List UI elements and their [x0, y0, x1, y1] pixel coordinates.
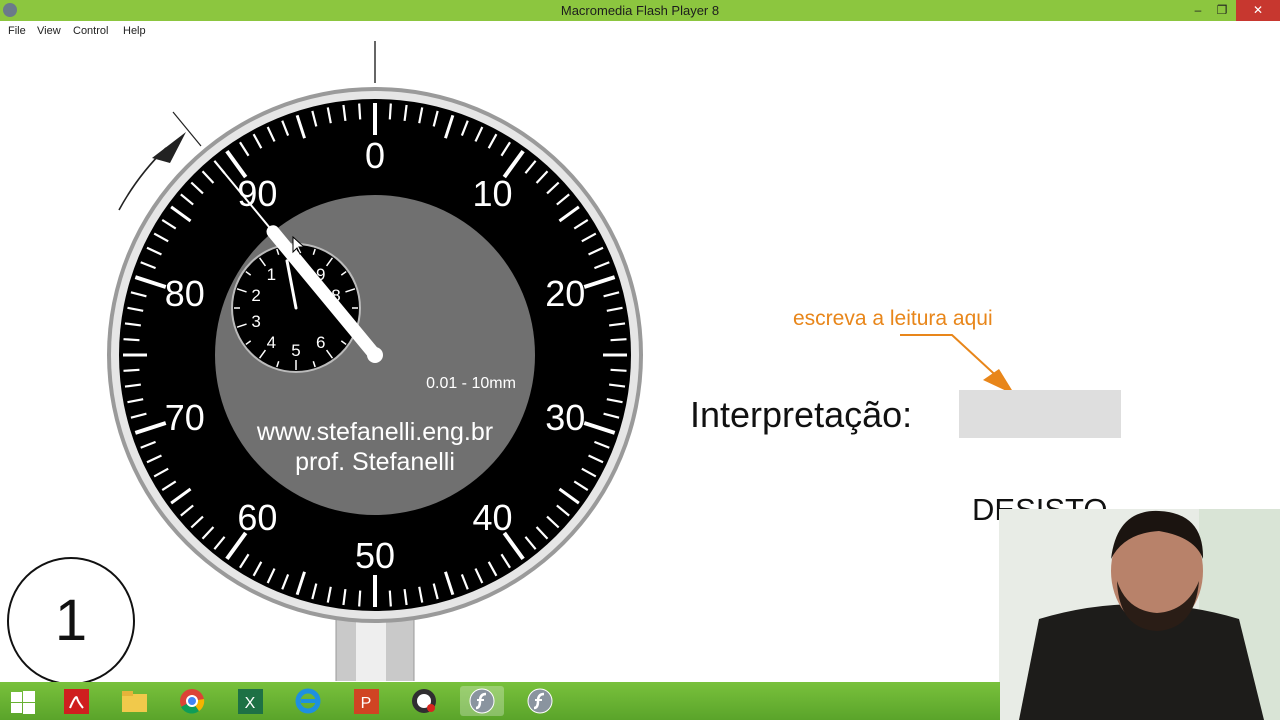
- interpretation-label: Interpretação:: [690, 394, 913, 435]
- small-dial-label: 4: [267, 333, 276, 352]
- main-scale-label: 80: [165, 273, 205, 314]
- main-scale-label: 60: [237, 497, 277, 538]
- title-bar: Macromedia Flash Player 8 – ❐ ✕: [0, 0, 1280, 21]
- pointer-hub: [367, 347, 383, 363]
- chrome-icon: [180, 689, 205, 714]
- svg-text:X: X: [245, 695, 256, 712]
- webcam-overlay: [999, 509, 1280, 720]
- main-scale-label: 10: [473, 173, 513, 214]
- small-dial-label: 6: [316, 333, 325, 352]
- main-scale-label: 90: [237, 173, 277, 214]
- restore-button[interactable]: ❐: [1210, 0, 1234, 21]
- flash-player-icon: [469, 688, 495, 714]
- powerpoint-icon: P: [354, 689, 379, 714]
- answer-input[interactable]: [959, 390, 1121, 438]
- main-scale-label: 30: [545, 397, 585, 438]
- taskbar-button[interactable]: [402, 686, 446, 716]
- main-tick: [123, 368, 140, 372]
- main-tick: [358, 103, 362, 120]
- hint-label: escreva a leitura aqui: [793, 307, 993, 330]
- rotation-arrow-icon: [152, 132, 186, 163]
- small-dial-label: 5: [291, 341, 300, 360]
- taskbar-button[interactable]: [0, 686, 44, 716]
- taskbar-button[interactable]: [112, 686, 156, 716]
- windows-start-icon: [11, 691, 35, 714]
- taskbar-button[interactable]: P: [344, 686, 388, 716]
- main-tick: [610, 338, 627, 342]
- taskbar-button[interactable]: X: [228, 686, 272, 716]
- file-explorer-icon: [122, 691, 147, 712]
- main-scale-label: 70: [165, 397, 205, 438]
- taskbar-button[interactable]: [518, 686, 562, 716]
- close-button[interactable]: ✕: [1236, 0, 1280, 21]
- window-title: Macromedia Flash Player 8: [560, 3, 720, 18]
- taskbar-button[interactable]: [54, 686, 98, 716]
- main-tick: [123, 338, 140, 342]
- small-dial-label: 3: [251, 312, 260, 331]
- range-label: 0.01 - 10mm: [426, 375, 516, 392]
- main-tick: [358, 590, 362, 607]
- taskbar-button[interactable]: [460, 686, 504, 716]
- main-scale-label: 0: [365, 135, 385, 176]
- main-tick: [388, 103, 392, 120]
- mouse-cursor-icon: [292, 236, 306, 255]
- main-scale-label: 40: [473, 497, 513, 538]
- flash-player-icon: [527, 688, 553, 714]
- taskbar-button[interactable]: [286, 686, 330, 716]
- obs-icon: [412, 689, 436, 713]
- internet-explorer-icon: [295, 688, 321, 714]
- taskbar: XP: [0, 682, 1000, 720]
- acrobat-icon: [64, 689, 89, 714]
- menu-view[interactable]: View: [37, 25, 61, 37]
- main-scale-label: 20: [545, 273, 585, 314]
- website-label: www.stefanelli.eng.br: [256, 418, 493, 446]
- author-label: prof. Stefanelli: [295, 448, 455, 476]
- menu-help[interactable]: Help: [123, 25, 146, 37]
- menu-control[interactable]: Control: [73, 25, 108, 37]
- small-dial-label: 2: [251, 286, 260, 305]
- excel-icon: X: [238, 689, 263, 714]
- presenter-video: [999, 509, 1280, 720]
- small-dial-label: 1: [267, 265, 276, 284]
- taskbar-button[interactable]: [170, 686, 214, 716]
- menu-bar: File View Control Help: [0, 21, 1280, 41]
- minimize-button[interactable]: –: [1186, 0, 1210, 21]
- main-tick: [388, 590, 392, 607]
- main-tick: [610, 368, 627, 372]
- main-scale-label: 50: [355, 535, 395, 576]
- step-number: 1: [7, 557, 135, 685]
- svg-text:P: P: [361, 695, 372, 712]
- menu-file[interactable]: File: [8, 25, 26, 37]
